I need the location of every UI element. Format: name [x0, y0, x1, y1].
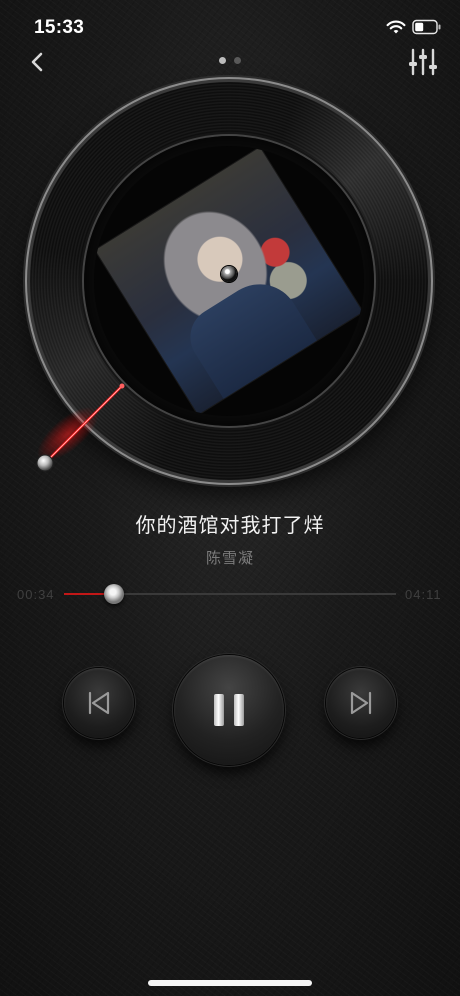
- previous-button[interactable]: [64, 668, 134, 738]
- home-indicator[interactable]: [148, 980, 312, 986]
- progress-slider[interactable]: [64, 584, 396, 604]
- song-title: 你的酒馆对我打了烊: [135, 513, 325, 537]
- page-dot-active[interactable]: [219, 57, 226, 64]
- page-dot[interactable]: [234, 57, 241, 64]
- record-spindle: [221, 266, 237, 282]
- progress-knob[interactable]: [103, 584, 124, 604]
- page-indicator[interactable]: [0, 57, 460, 64]
- wifi-icon: [386, 20, 406, 34]
- next-button[interactable]: [326, 668, 396, 738]
- battery-icon: [412, 19, 441, 35]
- artist-name[interactable]: 陈雪凝: [0, 547, 460, 568]
- total-time: 04:11: [405, 587, 442, 602]
- pause-button[interactable]: [174, 655, 284, 765]
- previous-icon: [88, 691, 110, 715]
- equalizer-button[interactable]: [406, 46, 440, 78]
- laser-tonearm[interactable]: [28, 372, 138, 482]
- elapsed-time: 00:34: [17, 587, 55, 602]
- music-player-screen: 15:33 你的酒馆对我打了烊 陈雪凝 00:34 04:11: [0, 0, 460, 996]
- status-time: 15:33: [34, 17, 85, 38]
- status-bar: 15:33: [0, 0, 460, 54]
- pause-icon: [214, 694, 244, 726]
- next-icon: [350, 691, 372, 715]
